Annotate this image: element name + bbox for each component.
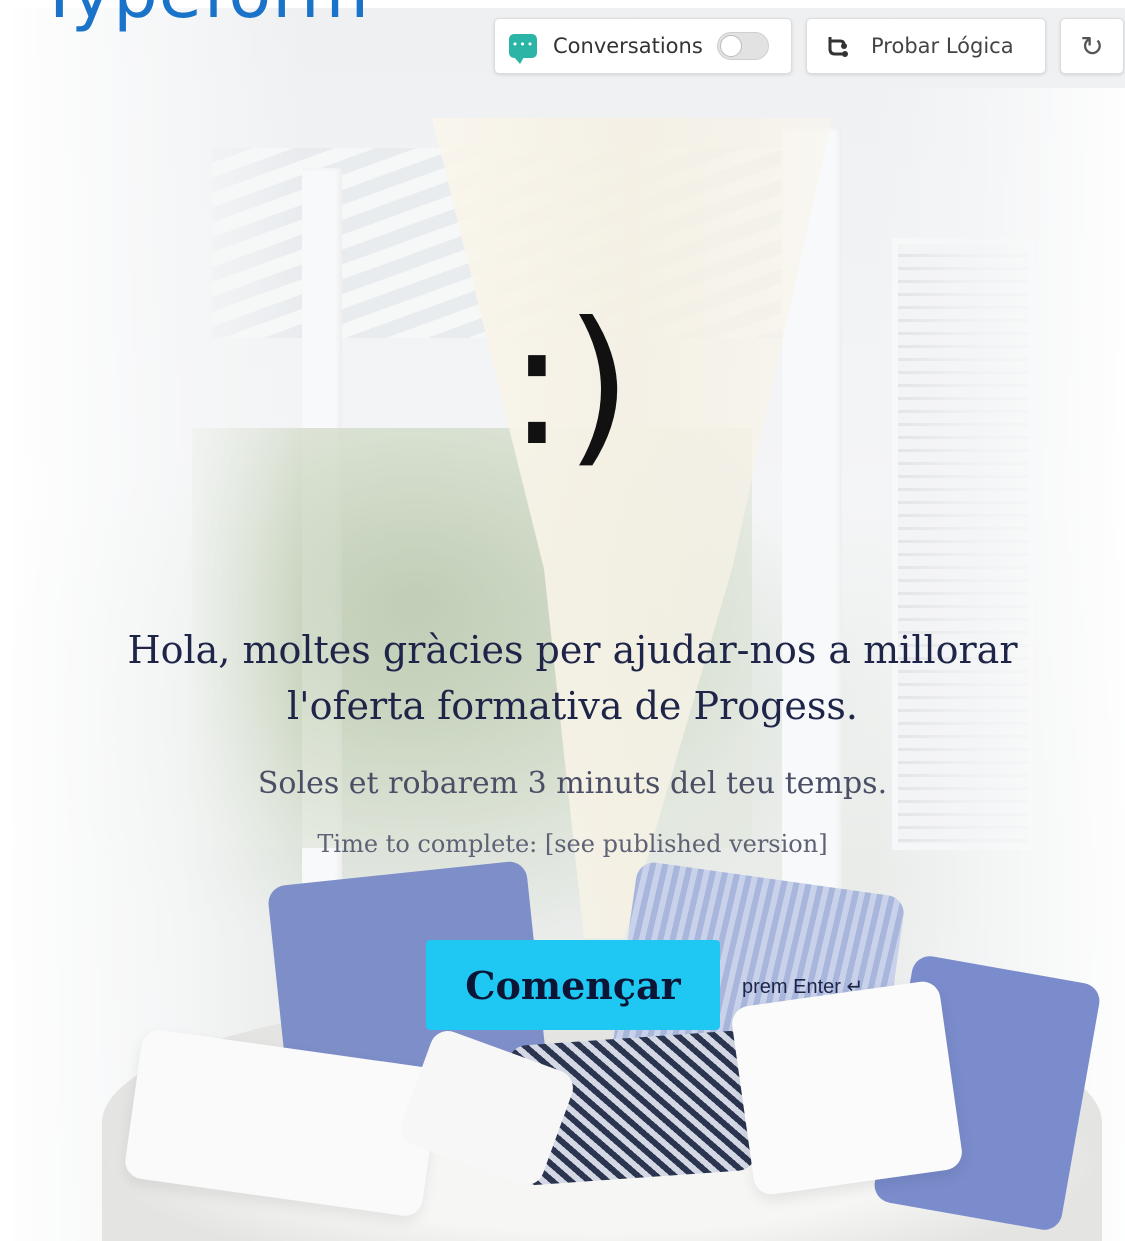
conversations-label: Conversations	[553, 34, 703, 58]
welcome-emoticon: :)	[508, 286, 632, 484]
conversations-toggle-switch[interactable]	[716, 32, 769, 60]
reload-button[interactable]: ↻	[1060, 18, 1124, 74]
test-logic-button[interactable]: Probar Lógica	[806, 18, 1046, 74]
start-button[interactable]: Començar	[426, 940, 720, 1030]
welcome-subtitle: Soles et robarem 3 minuts del teu temps.	[257, 766, 888, 801]
reload-icon: ↻	[1080, 29, 1104, 63]
welcome-title: Hola, moltes gràcies per ajudar-nos a mi…	[100, 622, 1045, 734]
logic-branch-icon	[828, 37, 848, 57]
typeform-logo: Typeform	[38, 0, 370, 28]
welcome-title-line-2: l'oferta formativa de Progess.	[286, 684, 859, 728]
test-logic-label: Probar Lógica	[871, 34, 1014, 58]
welcome-title-line-1: Hola, moltes gràcies per ajudar-nos a mi…	[127, 628, 1018, 672]
conversations-toggle-button[interactable]: ••• Conversations	[494, 18, 792, 74]
time-to-complete: Time to complete: [see published version…	[317, 830, 828, 858]
white-pillow	[729, 979, 965, 1197]
press-enter-hint: prem Enter ↵	[742, 976, 864, 998]
chat-bubble-icon: •••	[509, 34, 537, 64]
preview-toolbar: ••• Conversations Probar Lógica ↻	[494, 18, 1124, 74]
